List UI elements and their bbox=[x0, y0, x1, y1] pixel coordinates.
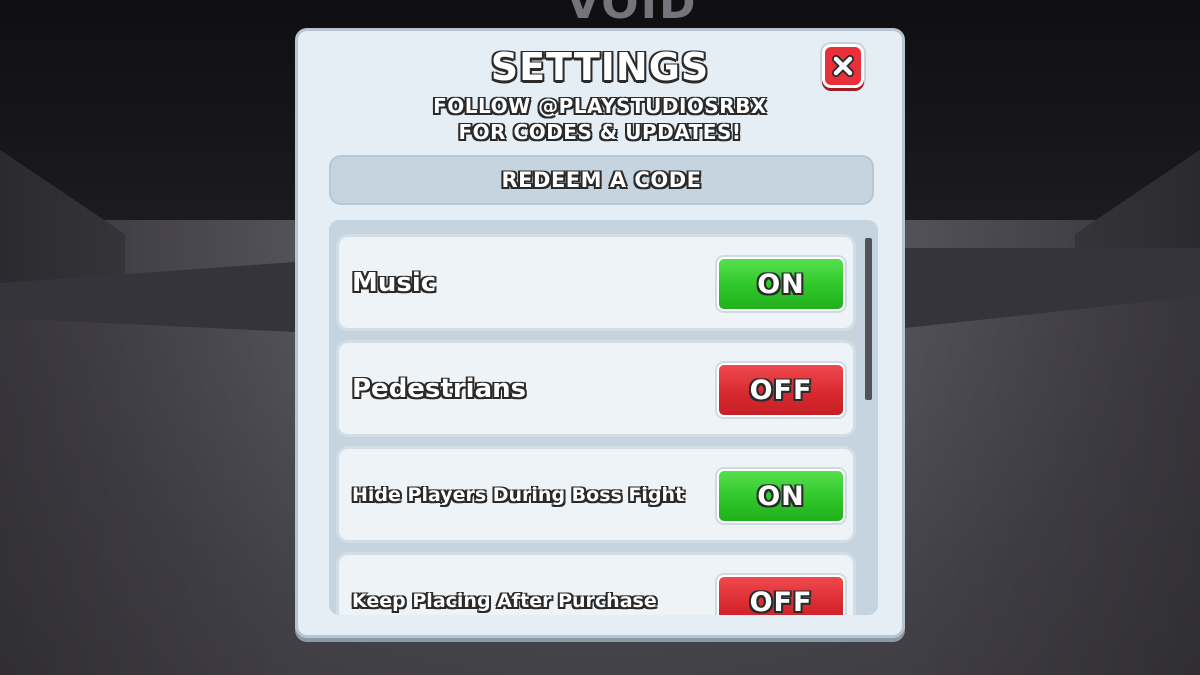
close-button[interactable] bbox=[822, 44, 864, 88]
setting-label-pedestrians: Pedestrians bbox=[352, 373, 527, 404]
toggle-label: ON bbox=[757, 480, 805, 512]
subtitle-line-2: FOR CODES & UPDATES! bbox=[458, 120, 742, 144]
settings-list: Music ON Pedestrians OFF Hide Players Du… bbox=[336, 234, 856, 615]
scrollbar[interactable] bbox=[865, 238, 872, 608]
toggle-label: OFF bbox=[749, 586, 813, 616]
toggle-label: ON bbox=[757, 268, 805, 300]
toggle-label: OFF bbox=[749, 374, 813, 406]
settings-modal: SETTINGS FOLLOW @PLAYSTUDIOSRBX FOR CODE… bbox=[295, 28, 905, 638]
setting-row-keep-placing: Keep Placing After Purchase OFF bbox=[336, 552, 856, 615]
scene-sign: VOID bbox=[566, 0, 698, 29]
setting-row-pedestrians: Pedestrians OFF bbox=[336, 340, 856, 437]
subtitle-line-1: FOLLOW @PLAYSTUDIOSRBX bbox=[433, 94, 767, 118]
modal-subtitle: FOLLOW @PLAYSTUDIOSRBX FOR CODES & UPDAT… bbox=[298, 93, 902, 145]
redeem-code-button[interactable]: REDEEM A CODE bbox=[329, 155, 874, 205]
toggle-pedestrians[interactable]: OFF bbox=[717, 363, 845, 417]
setting-row-hide-players: Hide Players During Boss Fight ON bbox=[336, 446, 856, 543]
toggle-music[interactable]: ON bbox=[717, 257, 845, 311]
setting-label-hide-players: Hide Players During Boss Fight bbox=[352, 483, 685, 506]
toggle-hide-players[interactable]: ON bbox=[717, 469, 845, 523]
setting-label-keep-placing: Keep Placing After Purchase bbox=[352, 589, 657, 612]
settings-list-panel[interactable]: Music ON Pedestrians OFF Hide Players Du… bbox=[329, 220, 878, 615]
modal-title: SETTINGS bbox=[490, 44, 710, 90]
setting-label-music: Music bbox=[352, 267, 437, 298]
close-x-icon bbox=[832, 55, 854, 77]
scrollbar-thumb[interactable] bbox=[865, 238, 872, 400]
redeem-code-label: REDEEM A CODE bbox=[501, 168, 702, 192]
setting-row-music: Music ON bbox=[336, 234, 856, 331]
toggle-keep-placing[interactable]: OFF bbox=[717, 575, 845, 615]
